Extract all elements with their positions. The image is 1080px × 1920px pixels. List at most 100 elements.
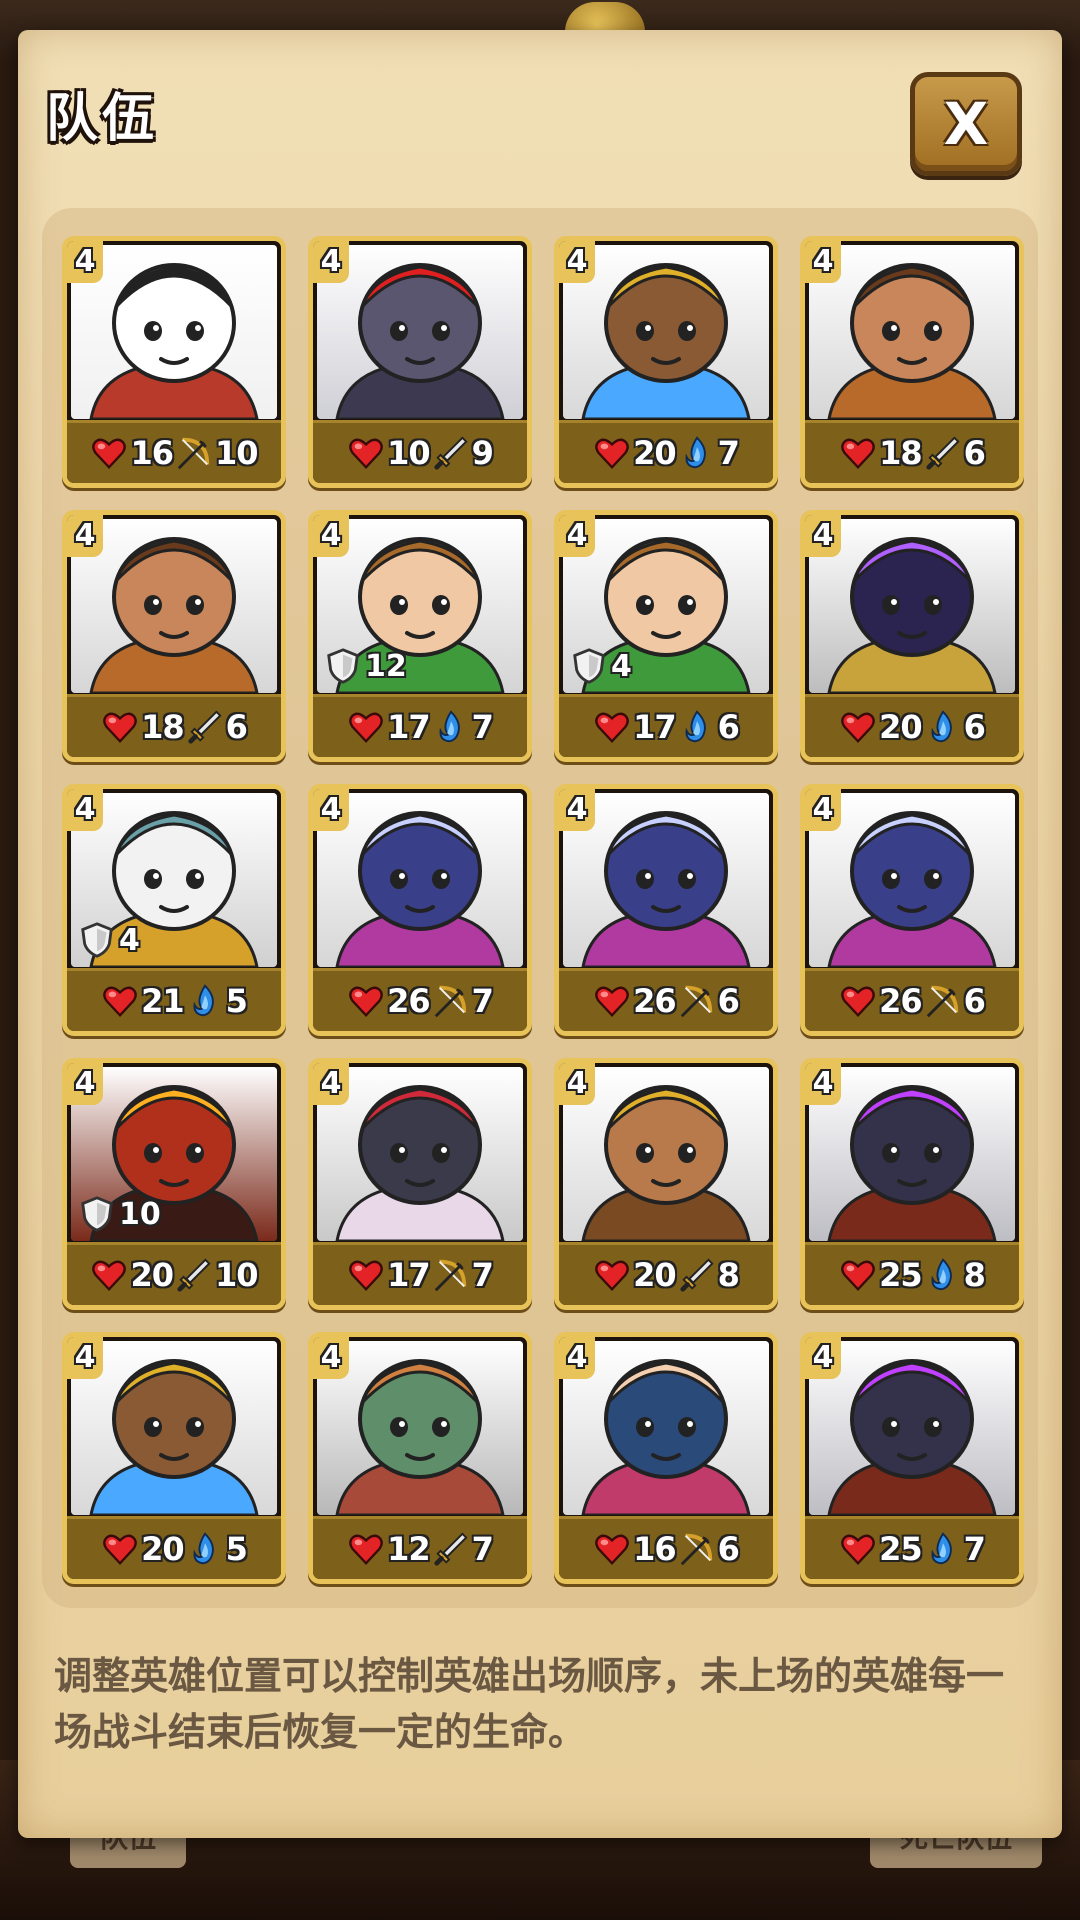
- hero-level-badge: 4: [805, 515, 841, 557]
- attack-value: 6: [963, 708, 986, 746]
- magic-flame-icon: [193, 1532, 214, 1565]
- hero-stat-bar: 16 10: [67, 420, 281, 483]
- hero-card-18[interactable]: 4 12 7: [308, 1332, 532, 1584]
- hp-value: 20: [130, 1256, 174, 1294]
- attack-value: 7: [471, 982, 494, 1020]
- heart-icon: [103, 712, 137, 743]
- sword-icon: [926, 436, 960, 470]
- close-button[interactable]: X: [910, 72, 1022, 176]
- hero-card-3[interactable]: 4 20 7: [554, 236, 778, 488]
- hero-level-badge: 4: [559, 789, 595, 831]
- magic-flame-icon: [931, 1532, 952, 1565]
- attack-value: 7: [471, 1256, 494, 1294]
- sword-icon: [680, 1258, 714, 1292]
- hero-card-17[interactable]: 4 20 5: [62, 1332, 286, 1584]
- hero-card-5[interactable]: 4 18 6: [62, 510, 286, 762]
- hero-card-15[interactable]: 4 20 8: [554, 1058, 778, 1310]
- hero-card-20[interactable]: 4 25 7: [800, 1332, 1024, 1584]
- attack-value: 7: [471, 1530, 494, 1568]
- hp-value: 20: [633, 1256, 677, 1294]
- hero-card-6[interactable]: 4 12 17 7: [308, 510, 532, 762]
- heart-icon: [103, 986, 137, 1017]
- hero-card-9[interactable]: 4 4 21 5: [62, 784, 286, 1036]
- hero-level-badge: 4: [67, 515, 103, 557]
- hero-level-badge: 4: [805, 241, 841, 283]
- sword-icon: [177, 1258, 211, 1292]
- heart-icon: [349, 438, 383, 469]
- hero-level-badge: 4: [313, 241, 349, 283]
- heart-icon: [841, 986, 875, 1017]
- hp-value: 10: [387, 434, 431, 472]
- heart-icon: [349, 712, 383, 743]
- panel-title: 队伍: [46, 89, 159, 149]
- hero-level-badge: 4: [805, 789, 841, 831]
- attack-value: 8: [717, 1256, 740, 1294]
- hp-value: 18: [879, 434, 923, 472]
- hero-level-badge: 4: [559, 241, 595, 283]
- hero-card-13[interactable]: 4 10 20 10: [62, 1058, 286, 1310]
- heart-icon: [92, 438, 127, 469]
- bow-icon: [434, 985, 466, 1018]
- hero-grid: 4 16 10 4 10 9 4 20 7 4 18 6 4 18 6 4 12…: [62, 236, 1024, 1584]
- hero-stat-bar: 26 6: [805, 968, 1019, 1031]
- hp-value: 26: [387, 982, 431, 1020]
- magic-flame-icon: [439, 710, 460, 743]
- hp-value: 16: [633, 1530, 677, 1568]
- hero-level-badge: 4: [559, 1337, 595, 1379]
- shield-icon: [81, 922, 113, 958]
- hero-stat-bar: 17 7: [313, 1242, 527, 1305]
- close-icon: X: [943, 90, 989, 158]
- heart-icon: [103, 1534, 137, 1565]
- hero-card-2[interactable]: 4 10 9: [308, 236, 532, 488]
- sword-icon: [188, 710, 222, 744]
- hero-stat-bar: 16 6: [559, 1516, 773, 1579]
- hero-stat-bar: 25 8: [805, 1242, 1019, 1305]
- sword-icon: [434, 436, 468, 470]
- bow-icon: [177, 437, 210, 470]
- hp-value: 20: [633, 434, 677, 472]
- attack-value: 7: [471, 708, 494, 746]
- shield-icon: [327, 648, 359, 684]
- attack-value: 9: [471, 434, 494, 472]
- attack-value: 7: [717, 434, 740, 472]
- hero-level-badge: 4: [67, 241, 103, 283]
- hero-card-1[interactable]: 4 16 10: [62, 236, 286, 488]
- hero-stat-bar: 18 6: [805, 420, 1019, 483]
- heart-icon: [92, 1260, 127, 1291]
- hero-card-7[interactable]: 4 4 17 6: [554, 510, 778, 762]
- hero-card-16[interactable]: 4 25 8: [800, 1058, 1024, 1310]
- hero-card-12[interactable]: 4 26 6: [800, 784, 1024, 1036]
- shield-icon: [81, 1196, 113, 1232]
- heart-icon: [841, 438, 875, 469]
- hp-value: 16: [130, 434, 174, 472]
- hero-stat-bar: 20 5: [67, 1516, 281, 1579]
- hero-level-badge: 4: [559, 1063, 595, 1105]
- hero-card-10[interactable]: 4 26 7: [308, 784, 532, 1036]
- attack-value: 8: [963, 1256, 986, 1294]
- heart-icon: [349, 986, 383, 1017]
- hp-value: 20: [879, 708, 923, 746]
- magic-flame-icon: [685, 710, 706, 743]
- shield-value: 12: [365, 648, 407, 684]
- hero-stat-bar: 26 7: [313, 968, 527, 1031]
- hero-stat-bar: 20 8: [559, 1242, 773, 1305]
- hero-card-19[interactable]: 4 16 6: [554, 1332, 778, 1584]
- attack-value: 6: [225, 708, 248, 746]
- hero-card-4[interactable]: 4 18 6: [800, 236, 1024, 488]
- hero-level-badge: 4: [805, 1063, 841, 1105]
- attack-value: 5: [225, 982, 248, 1020]
- shield-stat: 4: [569, 647, 632, 685]
- heart-icon: [595, 986, 629, 1017]
- heart-icon: [595, 1260, 629, 1291]
- hero-stat-bar: 20 7: [559, 420, 773, 483]
- hero-level-badge: 4: [67, 1337, 103, 1379]
- attack-value: 6: [717, 1530, 740, 1568]
- hero-card-14[interactable]: 4 17 7: [308, 1058, 532, 1310]
- shield-stat: 10: [77, 1195, 161, 1233]
- hero-card-11[interactable]: 4 26 6: [554, 784, 778, 1036]
- bow-icon: [680, 1533, 712, 1566]
- hero-stat-bar: 18 6: [67, 694, 281, 757]
- heart-icon: [841, 1260, 875, 1291]
- hero-card-8[interactable]: 4 20 6: [800, 510, 1024, 762]
- bow-icon: [680, 985, 712, 1018]
